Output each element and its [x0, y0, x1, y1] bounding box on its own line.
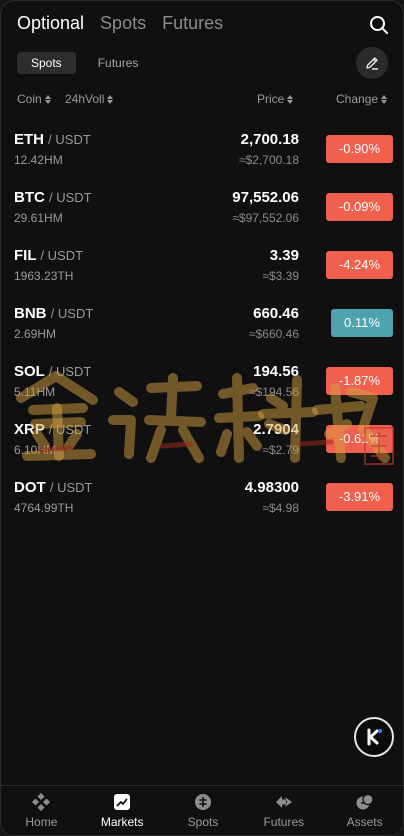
tab-optional[interactable]: Optional: [17, 13, 84, 34]
fiat-price: ≈$4.98: [262, 501, 299, 515]
quote-symbol: / USDT: [49, 480, 93, 495]
nav-futures-label: Futures: [263, 815, 305, 829]
sub-tabs: Spots Futures: [17, 52, 152, 74]
fiat-price: ≈$194.56: [249, 385, 299, 399]
assets-wallet-icon: [356, 793, 374, 810]
quote-symbol: / USDT: [48, 364, 92, 379]
fiat-price: ≈$3.39: [262, 269, 299, 283]
fiat-price: ≈$660.46: [249, 327, 299, 341]
last-price: 660.46: [253, 305, 299, 322]
sort-arrows-icon: [287, 94, 294, 104]
volume-value: 4764.99TH: [14, 501, 74, 515]
market-row[interactable]: FIL / USDT 1963.23TH 3.39 ≈$3.39 -4.24%: [1, 235, 403, 293]
volume-value: 6.10HM: [14, 443, 57, 457]
nav-home[interactable]: Home: [1, 786, 82, 835]
k-logo-icon: [367, 728, 382, 746]
quote-symbol: / USDT: [48, 422, 92, 437]
last-price: 194.56: [253, 363, 299, 380]
markets-chart-icon: [114, 794, 131, 810]
volume-value: 2.69HM: [14, 327, 57, 341]
change-badge[interactable]: -0.61%: [326, 425, 393, 453]
sort-coin[interactable]: Coin: [17, 92, 51, 106]
sort-arrows-icon: [107, 94, 114, 104]
sort-volume[interactable]: 24hVoll: [65, 92, 114, 106]
base-symbol: BTC: [14, 189, 45, 206]
volume-value: 5.11HM: [14, 385, 56, 399]
fiat-price: ≈$2,700.18: [239, 153, 299, 167]
base-symbol: FIL: [14, 247, 37, 264]
subtab-futures[interactable]: Futures: [84, 52, 153, 74]
volume-value: 12.42HM: [14, 153, 63, 167]
market-row[interactable]: DOT / USDT 4764.99TH 4.98300 ≈$4.98 -3.9…: [1, 467, 403, 525]
change-badge[interactable]: -0.09%: [326, 193, 393, 221]
base-symbol: XRP: [14, 421, 45, 438]
change-badge[interactable]: -4.24%: [326, 251, 393, 279]
last-price: 4.98300: [244, 479, 299, 496]
quote-symbol: / USDT: [40, 248, 84, 263]
nav-assets-label: Assets: [346, 815, 383, 829]
nav-futures[interactable]: Futures: [243, 786, 324, 835]
nav-markets[interactable]: Markets: [82, 786, 163, 835]
sort-arrows-icon: [381, 94, 388, 104]
futures-arrows-icon: [275, 796, 292, 808]
last-price: 3.39: [269, 247, 299, 264]
base-symbol: DOT: [14, 479, 46, 496]
change-badge[interactable]: -3.91%: [326, 483, 393, 511]
home-icon: [32, 793, 51, 811]
nav-markets-label: Markets: [100, 815, 144, 829]
edit-button[interactable]: [356, 47, 388, 79]
quote-symbol: / USDT: [48, 132, 91, 147]
coin-header: Coin: [17, 92, 42, 106]
change-header: Change: [336, 92, 379, 106]
quote-symbol: / USDT: [49, 190, 92, 205]
pair-name: BNB / USDT: [14, 305, 93, 322]
volume-header: 24hVoll: [65, 92, 105, 106]
tab-spots[interactable]: Spots: [100, 13, 146, 34]
market-row[interactable]: SOL / USDT 5.11HM 194.56 ≈$194.56 -1.87%: [1, 351, 403, 409]
market-row[interactable]: BTC / USDT 29.61HM 97,552.06 ≈$97,552.06…: [1, 177, 403, 235]
sort-price[interactable]: Price: [257, 92, 294, 106]
nav-spots-label: Spots: [187, 815, 219, 829]
sort-change[interactable]: Change: [336, 92, 388, 106]
last-price: 2.7904: [253, 421, 299, 438]
volume-value: 1963.23TH: [14, 269, 74, 283]
quote-symbol: / USDT: [50, 306, 94, 321]
pencil-icon: [366, 57, 378, 70]
fiat-price: ≈$2.79: [262, 443, 299, 457]
change-badge[interactable]: -1.87%: [326, 367, 393, 395]
nav-home-label: Home: [25, 815, 58, 829]
base-symbol: SOL: [14, 363, 45, 380]
base-symbol: BNB: [14, 305, 47, 322]
search-icon[interactable]: [369, 15, 389, 35]
pair-name: XRP / USDT: [14, 421, 91, 438]
app-window: Optional Spots Futures Spots Futures Coi…: [0, 0, 404, 836]
top-tabs: Optional Spots Futures: [17, 13, 223, 34]
spots-coin-icon: [194, 794, 211, 810]
last-price: 2,700.18: [240, 131, 299, 148]
pair-name: DOT / USDT: [14, 479, 92, 496]
nav-spots[interactable]: Spots: [163, 786, 244, 835]
volume-value: 29.61HM: [14, 211, 63, 225]
market-row[interactable]: XRP / USDT 6.10HM 2.7904 ≈$2.79 -0.61%: [1, 409, 403, 467]
tab-futures[interactable]: Futures: [162, 13, 223, 34]
last-price: 97,552.06: [232, 189, 299, 206]
pair-name: SOL / USDT: [14, 363, 91, 380]
subtab-spots[interactable]: Spots: [17, 52, 76, 74]
market-row[interactable]: ETH / USDT 12.42HM 2,700.18 ≈$2,700.18 -…: [1, 119, 403, 177]
kucoin-shortcut-button[interactable]: [354, 717, 394, 757]
change-badge[interactable]: -0.90%: [326, 135, 393, 163]
change-badge[interactable]: 0.11%: [331, 309, 393, 337]
pair-name: BTC / USDT: [14, 189, 92, 206]
sort-arrows-icon: [44, 94, 51, 104]
fiat-price: ≈$97,552.06: [232, 211, 299, 225]
bottom-navigation: Home Markets Spots Futures Assets: [1, 785, 403, 835]
market-row[interactable]: BNB / USDT 2.69HM 660.46 ≈$660.46 0.11%: [1, 293, 403, 351]
nav-assets[interactable]: Assets: [324, 786, 403, 835]
base-symbol: ETH: [14, 131, 44, 148]
market-list: ETH / USDT 12.42HM 2,700.18 ≈$2,700.18 -…: [1, 119, 403, 525]
pair-name: FIL / USDT: [14, 247, 83, 264]
price-header: Price: [257, 92, 285, 106]
pair-name: ETH / USDT: [14, 131, 91, 148]
